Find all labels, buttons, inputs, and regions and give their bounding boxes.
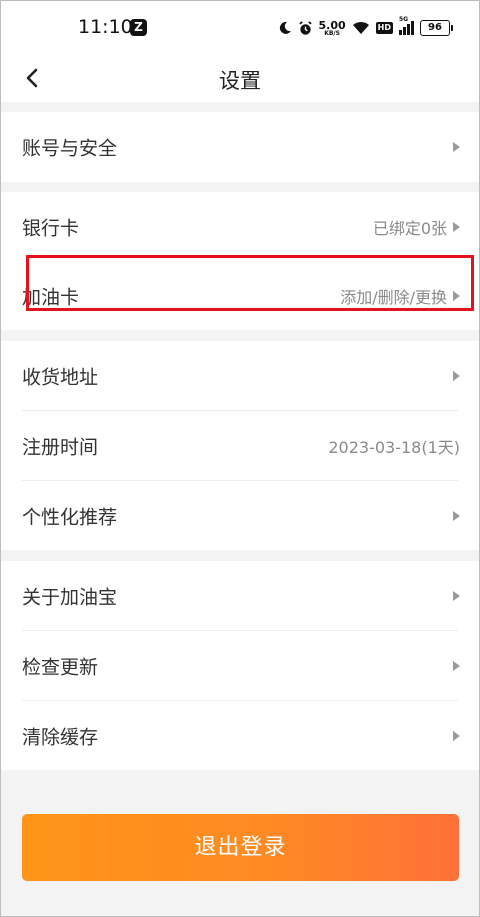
battery-icon: 96: [420, 20, 453, 36]
status-time: 11:10: [78, 16, 133, 38]
arrow-right-icon: [453, 371, 460, 381]
settings-item-shipping-address[interactable]: 收货地址: [0, 341, 480, 411]
item-value: 已绑定0张: [372, 219, 447, 238]
item-value: 2023-03-18(1天): [328, 438, 460, 457]
net-speed-value: 5.00: [318, 18, 346, 32]
settings-group-account: 账号与安全: [0, 112, 480, 182]
settings-item-personalized-recommendation[interactable]: 个性化推荐: [0, 481, 480, 550]
arrow-right-icon: [453, 661, 460, 671]
item-value: 添加/删除/更换: [340, 288, 447, 307]
arrow-right-icon: [453, 291, 460, 301]
settings-item-register-time: 注册时间 2023-03-18(1天): [0, 411, 480, 481]
settings-item-fuel-card[interactable]: 加油卡 添加/删除/更换: [0, 262, 480, 330]
item-label: 银行卡: [22, 217, 80, 240]
arrow-right-icon: [453, 730, 460, 741]
hd-voice-icon: HD: [375, 22, 393, 34]
settings-item-account-security[interactable]: 账号与安全: [0, 112, 480, 182]
network-type-label: 5G: [399, 16, 409, 23]
settings-group-profile: 收货地址 注册时间 2023-03-18(1天) 个性化推荐: [0, 341, 480, 550]
settings-item-check-update[interactable]: 检查更新: [0, 631, 480, 701]
logout-button[interactable]: 退出登录: [22, 814, 459, 881]
settings-group-cards: 银行卡 已绑定0张 加油卡 添加/删除/更换: [0, 192, 480, 330]
network-speed: 5.00 KB/S: [319, 20, 346, 37]
wifi-icon: [352, 21, 369, 34]
arrow-right-icon: [453, 142, 460, 152]
item-label: 清除缓存: [22, 726, 99, 748]
item-label: 加油卡: [22, 286, 80, 309]
item-label: 个性化推荐: [22, 506, 118, 528]
navigation-header: 设置: [0, 56, 480, 102]
status-indicators: 5.00 KB/S HD 5G 96: [278, 14, 453, 42]
alarm-clock-icon: [298, 20, 312, 35]
settings-item-bank-card[interactable]: 银行卡 已绑定0张: [0, 192, 480, 262]
item-label: 账号与安全: [22, 137, 118, 160]
item-label: 检查更新: [22, 656, 99, 679]
item-label: 注册时间: [22, 436, 99, 459]
settings-group-app: 关于加油宝 检查更新 清除缓存: [0, 561, 480, 770]
item-label: 收货地址: [22, 366, 99, 389]
arrow-right-icon: [453, 591, 460, 601]
status-bar: 11:10 Z 5.00 KB/S HD 5G 96: [0, 0, 480, 56]
arrow-right-icon: [453, 222, 460, 232]
item-label: 关于加油宝: [22, 586, 118, 609]
net-speed-unit: KB/S: [324, 29, 340, 37]
arrow-right-icon: [453, 510, 460, 521]
app-notification-icon: Z: [130, 19, 147, 36]
do-not-disturb-moon-icon: [279, 21, 291, 34]
cellular-signal-icon: 5G: [399, 16, 414, 35]
settings-item-clear-cache[interactable]: 清除缓存: [0, 701, 480, 770]
page-title: 设置: [219, 69, 261, 93]
settings-item-about[interactable]: 关于加油宝: [0, 561, 480, 631]
